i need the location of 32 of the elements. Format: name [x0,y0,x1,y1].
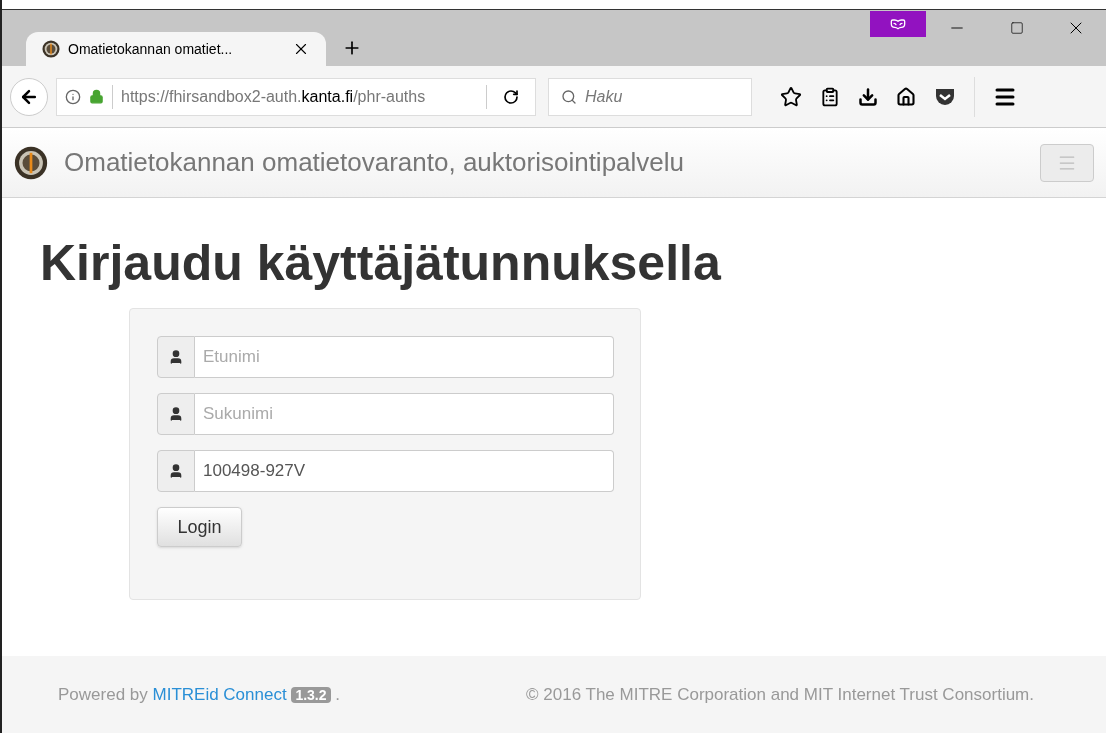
logo-icon [14,145,48,180]
person-icon [168,406,184,422]
version-label: 1.3.2 [291,686,331,703]
logo-icon [42,40,60,58]
text-field[interactable]: Sukunimi [195,393,614,435]
url-text: kanta.fi [301,86,354,107]
navbar-toggle-button[interactable] [1040,143,1094,182]
home-icon[interactable] [896,86,916,107]
copyright-text: © 2016 The MITRE Corporation and MIT Internet Trust Consortium. [526,683,1034,706]
login-button[interactable]: Login [157,507,242,547]
search-field[interactable]: Haku [548,77,752,116]
text-field[interactable]: 100498-927V [195,450,614,492]
person-icon [168,463,184,479]
pocket-icon[interactable] [934,86,956,107]
url-text: https://fhirsandbox2-auth. [121,86,302,107]
maximize-icon[interactable] [1010,21,1024,35]
back-button[interactable] [10,77,48,116]
reload-icon[interactable] [503,88,519,105]
bookmark-star-icon[interactable] [780,85,802,108]
reader-list-icon[interactable] [820,86,840,107]
browser-tab[interactable]: Omatietokannan omatiet... [26,32,326,66]
search-icon [561,88,577,105]
download-icon[interactable] [858,86,878,107]
url-text: /phr-auths [353,86,426,107]
page-heading: Kirjaudu käyttäjätunnuksella [40,238,722,288]
lock-icon [89,89,104,104]
powered-by-text: Powered by MITREid Connect 1.3.2 . [58,683,340,706]
address-bar[interactable]: https://fhirsandbox2-auth.kanta.fi/phr-auths [56,77,536,116]
mask-icon [890,16,906,32]
person-icon [168,349,184,365]
text-field[interactable]: Etunimi [195,336,614,378]
info-icon[interactable] [65,88,81,105]
